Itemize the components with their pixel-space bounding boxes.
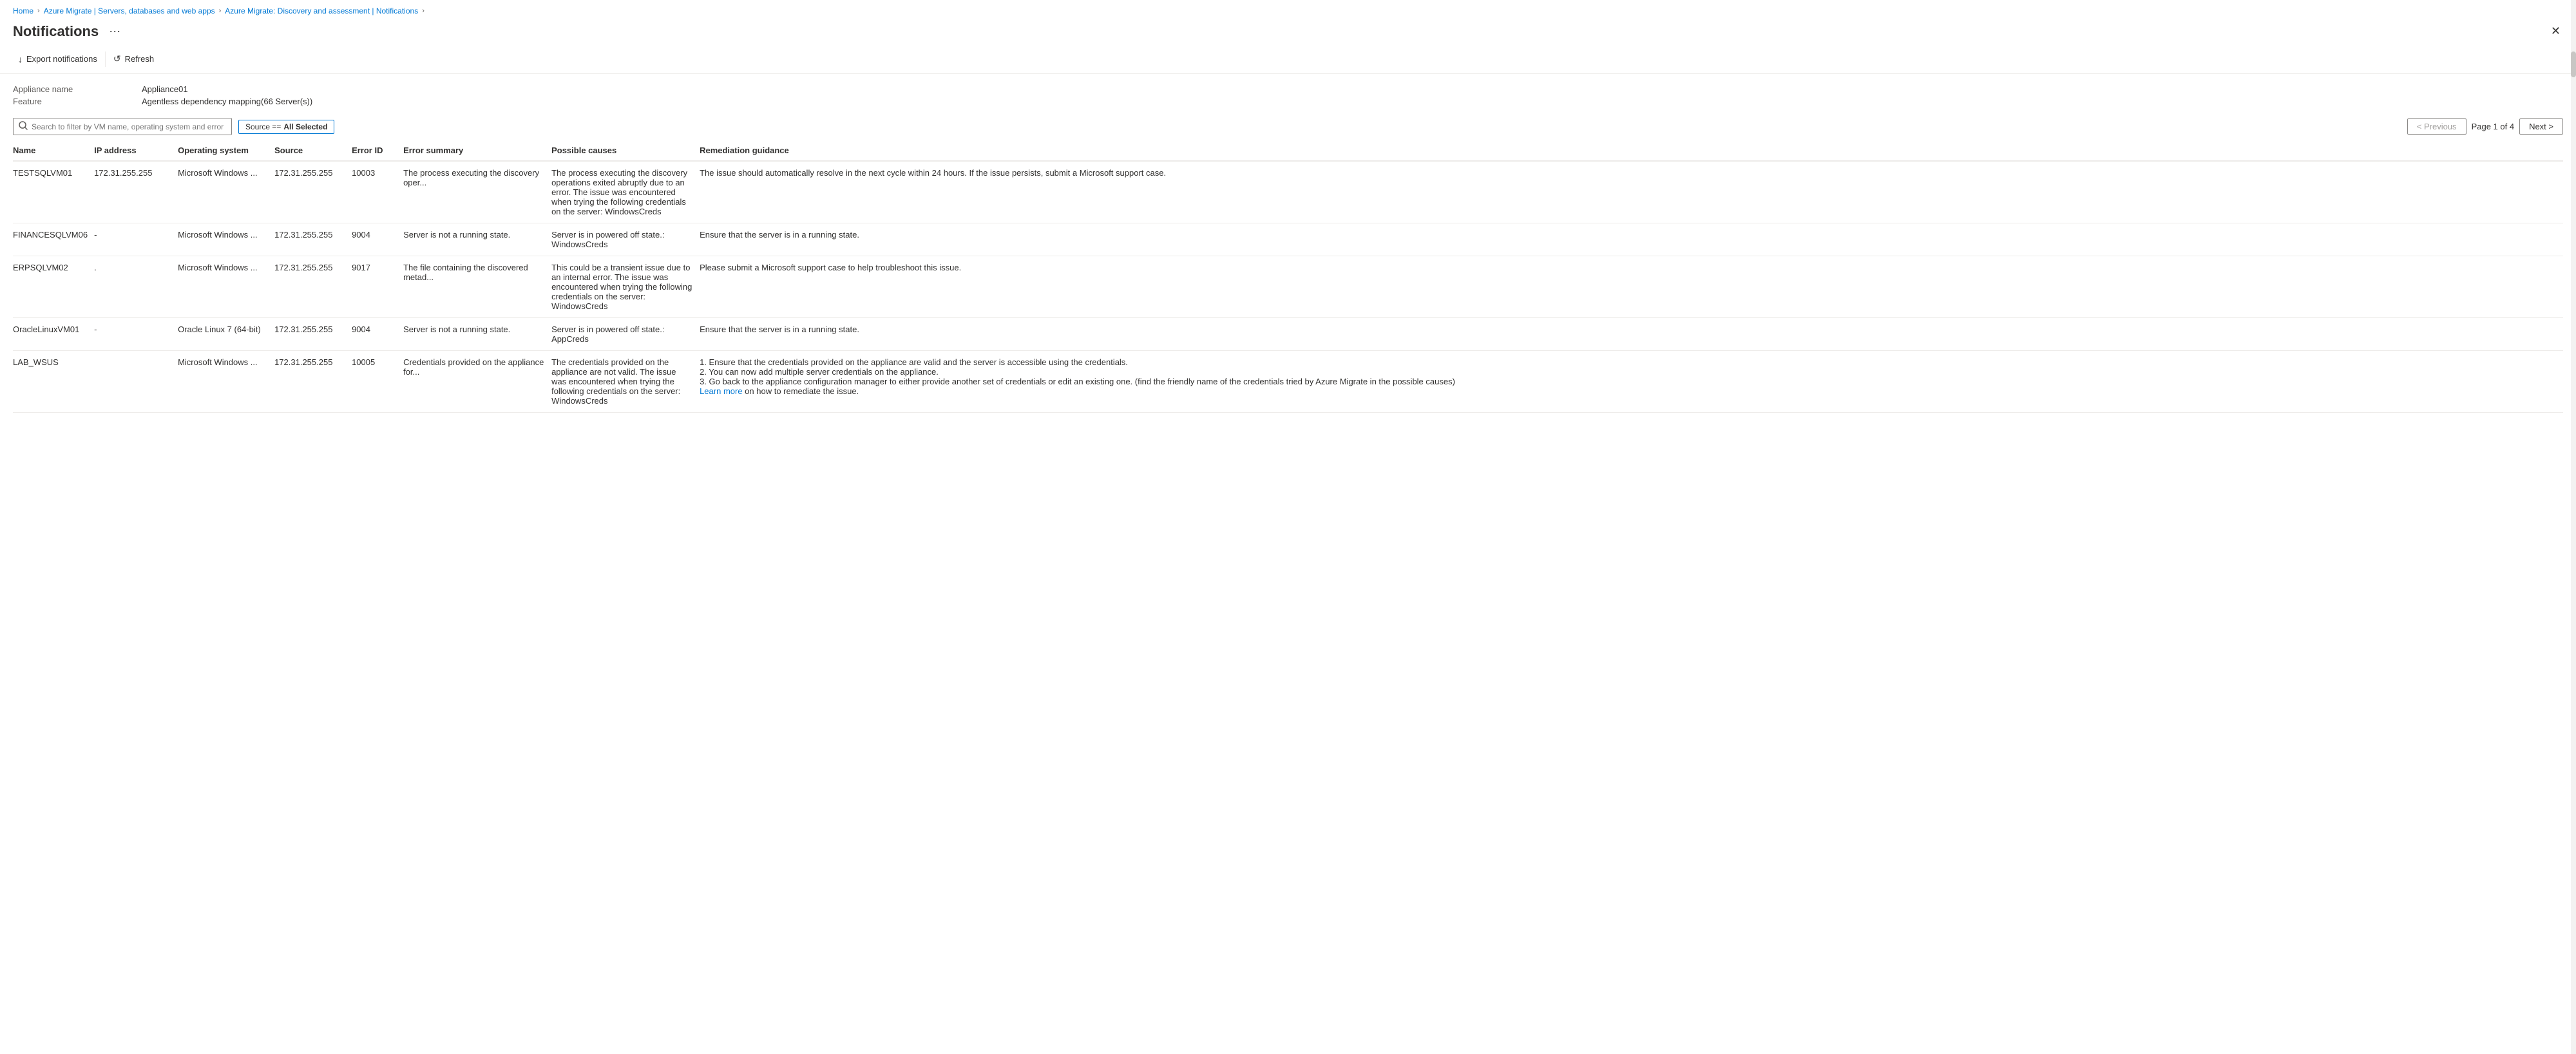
cell-remediation: 1. Ensure that the credentials provided … bbox=[700, 351, 2563, 413]
cell-ip: 172.31.255.255 bbox=[94, 161, 178, 223]
page-header: Notifications ··· ✕ bbox=[0, 19, 2576, 47]
refresh-label: Refresh bbox=[125, 54, 155, 64]
col-header-error-summary: Error summary bbox=[403, 140, 551, 161]
cell-error-id: 10005 bbox=[352, 351, 403, 413]
cell-ip: - bbox=[94, 223, 178, 256]
cell-remediation: Ensure that the server is in a running s… bbox=[700, 318, 2563, 351]
search-icon bbox=[19, 121, 28, 132]
export-label: Export notifications bbox=[26, 54, 97, 64]
toolbar-divider bbox=[105, 52, 106, 67]
cell-error-id: 9004 bbox=[352, 318, 403, 351]
source-filter-tag[interactable]: Source == All Selected bbox=[238, 120, 334, 134]
cell-os: Oracle Linux 7 (64-bit) bbox=[178, 318, 274, 351]
export-icon: ↓ bbox=[18, 54, 23, 64]
cell-os: Microsoft Windows ... bbox=[178, 223, 274, 256]
more-options-button[interactable]: ··· bbox=[105, 23, 124, 39]
search-input[interactable] bbox=[32, 122, 226, 131]
filter-bar: Source == All Selected < Previous Page 1… bbox=[0, 113, 2576, 140]
cell-os: Microsoft Windows ... bbox=[178, 351, 274, 413]
breadcrumb-home[interactable]: Home bbox=[13, 6, 33, 15]
col-header-remediation: Remediation guidance bbox=[700, 140, 2563, 161]
cell-causes: This could be a transient issue due to a… bbox=[551, 256, 700, 318]
cell-ip: - bbox=[94, 318, 178, 351]
cell-causes: The process executing the discovery oper… bbox=[551, 161, 700, 223]
table-row: LAB_WSUS Microsoft Windows ... 172.31.25… bbox=[13, 351, 2563, 413]
breadcrumb-servers[interactable]: Azure Migrate | Servers, databases and w… bbox=[44, 6, 215, 15]
refresh-icon: ↺ bbox=[113, 53, 121, 64]
page-info: Page 1 of 4 bbox=[2472, 122, 2515, 131]
cell-os: Microsoft Windows ... bbox=[178, 256, 274, 318]
col-header-error-id: Error ID bbox=[352, 140, 403, 161]
previous-button[interactable]: < Previous bbox=[2407, 118, 2466, 135]
cell-ip bbox=[94, 351, 178, 413]
toolbar: ↓ Export notifications ↺ Refresh bbox=[0, 47, 2576, 74]
col-header-name: Name bbox=[13, 140, 94, 161]
refresh-button[interactable]: ↺ Refresh bbox=[108, 51, 159, 67]
table-body: TESTSQLVM01 172.31.255.255 Microsoft Win… bbox=[13, 161, 2563, 413]
breadcrumb-sep-3: › bbox=[422, 7, 425, 15]
cell-source: 172.31.255.255 bbox=[274, 223, 352, 256]
pagination: < Previous Page 1 of 4 Next > bbox=[2407, 118, 2563, 135]
breadcrumb: Home › Azure Migrate | Servers, database… bbox=[0, 0, 2576, 19]
filter-left: Source == All Selected bbox=[13, 118, 334, 135]
export-notifications-button[interactable]: ↓ Export notifications bbox=[13, 52, 102, 67]
scrollbar-thumb[interactable] bbox=[2571, 52, 2576, 77]
cell-source: 172.31.255.255 bbox=[274, 256, 352, 318]
cell-name: OracleLinuxVM01 bbox=[13, 318, 94, 351]
notifications-table: Name IP address Operating system Source … bbox=[13, 140, 2563, 413]
cell-name: FINANCESQLVM06 bbox=[13, 223, 94, 256]
next-button[interactable]: Next > bbox=[2519, 118, 2563, 135]
learn-more-link[interactable]: Learn more bbox=[700, 386, 742, 396]
page-title: Notifications bbox=[13, 23, 99, 40]
appliance-name-label: Appliance name bbox=[13, 84, 142, 94]
cell-causes: Server is in powered off state.: AppCred… bbox=[551, 318, 700, 351]
cell-source: 172.31.255.255 bbox=[274, 161, 352, 223]
table-row: ERPSQLVM02 . Microsoft Windows ... 172.3… bbox=[13, 256, 2563, 318]
cell-error-id: 10003 bbox=[352, 161, 403, 223]
appliance-name-value: Appliance01 bbox=[142, 84, 2563, 94]
col-header-os: Operating system bbox=[178, 140, 274, 161]
cell-error-summary: Credentials provided on the appliance fo… bbox=[403, 351, 551, 413]
cell-remediation: Please submit a Microsoft support case t… bbox=[700, 256, 2563, 318]
col-header-ip: IP address bbox=[94, 140, 178, 161]
breadcrumb-notifications[interactable]: Azure Migrate: Discovery and assessment … bbox=[225, 6, 418, 15]
cell-ip: . bbox=[94, 256, 178, 318]
cell-source: 172.31.255.255 bbox=[274, 318, 352, 351]
col-header-source: Source bbox=[274, 140, 352, 161]
col-header-causes: Possible causes bbox=[551, 140, 700, 161]
cell-name: LAB_WSUS bbox=[13, 351, 94, 413]
table-row: FINANCESQLVM06 - Microsoft Windows ... 1… bbox=[13, 223, 2563, 256]
cell-remediation: Ensure that the server is in a running s… bbox=[700, 223, 2563, 256]
cell-name: TESTSQLVM01 bbox=[13, 161, 94, 223]
table-container: Name IP address Operating system Source … bbox=[0, 140, 2576, 413]
feature-label: Feature bbox=[13, 97, 142, 106]
breadcrumb-sep-2: › bbox=[219, 7, 222, 15]
meta-section: Appliance name Appliance01 Feature Agent… bbox=[0, 74, 2576, 113]
cell-error-summary: The file containing the discovered metad… bbox=[403, 256, 551, 318]
cell-error-summary: Server is not a running state. bbox=[403, 223, 551, 256]
cell-error-summary: The process executing the discovery oper… bbox=[403, 161, 551, 223]
cell-error-id: 9017 bbox=[352, 256, 403, 318]
breadcrumb-sep-1: › bbox=[37, 7, 40, 15]
table-header: Name IP address Operating system Source … bbox=[13, 140, 2563, 161]
cell-os: Microsoft Windows ... bbox=[178, 161, 274, 223]
cell-name: ERPSQLVM02 bbox=[13, 256, 94, 318]
cell-source: 172.31.255.255 bbox=[274, 351, 352, 413]
cell-causes: Server is in powered off state.: Windows… bbox=[551, 223, 700, 256]
cell-error-id: 9004 bbox=[352, 223, 403, 256]
cell-error-summary: Server is not a running state. bbox=[403, 318, 551, 351]
search-box[interactable] bbox=[13, 118, 232, 135]
scrollbar-track[interactable] bbox=[2571, 0, 2576, 1054]
close-button[interactable]: ✕ bbox=[2548, 22, 2563, 41]
feature-value: Agentless dependency mapping(66 Server(s… bbox=[142, 97, 2563, 106]
cell-causes: The credentials provided on the applianc… bbox=[551, 351, 700, 413]
filter-tag-value: All Selected bbox=[283, 122, 327, 131]
table-row: OracleLinuxVM01 - Oracle Linux 7 (64-bit… bbox=[13, 318, 2563, 351]
table-row: TESTSQLVM01 172.31.255.255 Microsoft Win… bbox=[13, 161, 2563, 223]
cell-remediation: The issue should automatically resolve i… bbox=[700, 161, 2563, 223]
filter-tag-key: Source == bbox=[245, 122, 281, 131]
